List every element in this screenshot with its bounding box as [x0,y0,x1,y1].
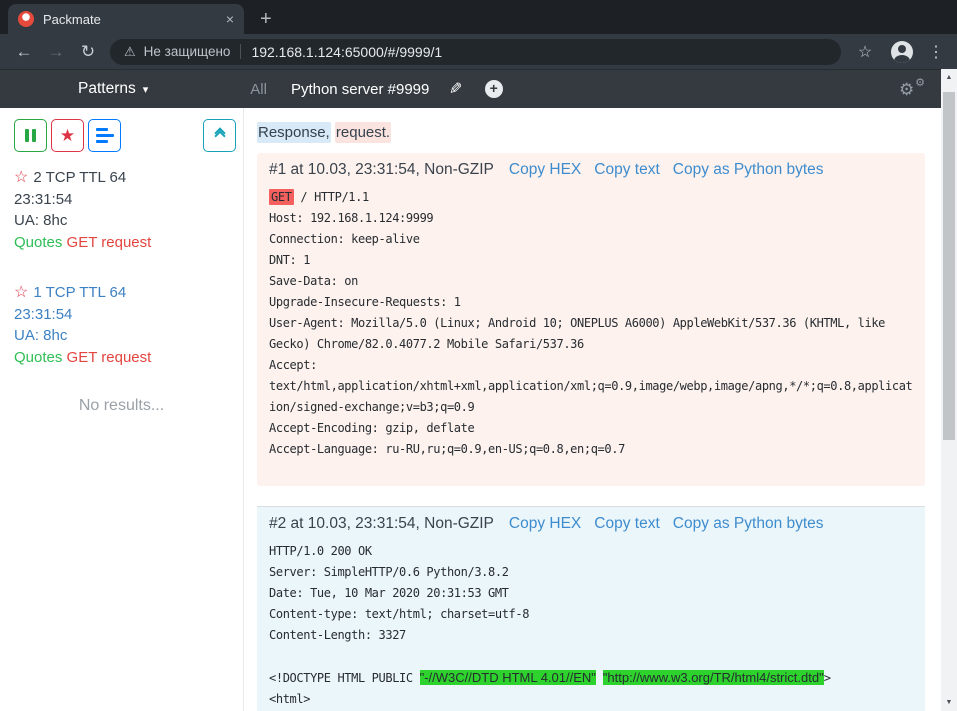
collapse-panel-button[interactable] [203,119,236,152]
pattern-tag-get-request: GET request [67,234,152,251]
sidebar: ★ ☆ 2 TCP TTL 64 [0,108,244,711]
packet-header: #1 at 10.03, 23:31:54, Non-GZIP Copy HEX C… [269,161,913,179]
caret-down-icon: ▾ [143,83,149,96]
packet-block-request: #1 at 10.03, 23:31:54, Non-GZIP Copy HEX C… [257,153,925,486]
patterns-dropdown[interactable]: Patterns ▾ [78,80,148,98]
add-pattern-icon[interactable]: + [485,80,503,98]
copy-hex-link[interactable]: Copy HEX [509,515,581,532]
settings-gears-icon[interactable]: ⚙ ⚙ [899,78,925,100]
tab-title: Packmate [43,12,217,27]
pattern-tag-quotes: Quotes [14,234,62,251]
back-icon[interactable]: ← [10,42,38,62]
security-label[interactable]: Не защищено [144,44,231,59]
tab-python-server[interactable]: Python server #9999 [291,81,429,98]
packmate-favicon-icon [18,11,34,27]
packet-body-response: HTTP/1.0 200 OK Server: SimpleHTTP/0.6 P… [269,541,913,710]
favorite-star-icon[interactable]: ☆ [14,284,28,301]
patterns-label: Patterns [78,80,136,98]
pattern-tag-get-request: GET request [67,349,152,366]
tab-all[interactable]: All [250,81,267,98]
omnibox-divider [240,44,241,59]
favorite-star-icon[interactable]: ☆ [14,169,28,186]
sidebar-controls: ★ [0,119,243,152]
copy-python-bytes-link[interactable]: Copy as Python bytes [673,161,824,178]
url-text[interactable]: 192.168.1.124:65000/#/9999/1 [251,44,827,60]
browser-menu-icon[interactable]: ⋮ [925,42,947,62]
copy-text-link[interactable]: Copy text [594,161,659,178]
packet-item-time: 23:31:54 [14,189,229,211]
scroll-down-icon[interactable]: ▼ [941,699,957,706]
page-scrollbar[interactable]: ▲ ▼ [941,69,957,711]
packet-item-ua: UA: 8hc [14,210,229,232]
security-warning-icon[interactable]: ⚠ [124,44,136,60]
bookmark-star-icon[interactable]: ☆ [851,42,879,62]
packet-header: #2 at 10.03, 23:31:54, Non-GZIP Copy HEX C… [269,515,913,533]
packet-list-item-1[interactable]: ☆ 1 TCP TTL 64 23:31:54 UA: 8hc Quotes GE… [14,282,229,368]
list-view-button[interactable] [88,119,121,152]
no-results-label: No results... [14,397,229,415]
packet-item-time: 23:31:54 [14,304,229,326]
stream-summary: Response, request. [257,124,925,141]
edit-pattern-icon[interactable]: ✎ [449,79,462,99]
reload-icon[interactable]: ↻ [74,42,102,62]
packet-block-response: #2 at 10.03, 23:31:54, Non-GZIP Copy HEX C… [257,506,925,711]
align-left-icon [96,128,114,143]
browser-tab[interactable]: Packmate × [8,4,244,34]
page-area: Patterns ▾ All Python server #9999 ✎ + ⚙… [0,69,957,711]
packet-body-request: GET / HTTP/1.1 Host: 192.168.1.124:9999 … [269,187,913,460]
profile-avatar-icon[interactable] [891,41,913,63]
pause-icon [25,129,36,142]
pattern-tag-quotes: Quotes [14,349,62,366]
browser-window: Packmate × + ← → ↻ ⚠ Не защищено 192.168… [0,0,957,711]
packet-item-title: 1 TCP TTL 64 [33,284,126,301]
address-bar[interactable]: ⚠ Не защищено 192.168.1.124:65000/#/9999… [110,39,841,65]
packet-title: #2 at 10.03, 23:31:54, Non-GZIP [269,515,494,532]
copy-hex-link[interactable]: Copy HEX [509,161,581,178]
browser-toolbar: ← → ↻ ⚠ Не защищено 192.168.1.124:65000/… [0,34,957,69]
copy-text-link[interactable]: Copy text [594,515,659,532]
main-panel: Response, request. #1 at 10.03, 23:31:54… [244,108,941,711]
pause-capture-button[interactable] [14,119,47,152]
forward-icon[interactable]: → [42,42,70,62]
copy-python-bytes-link[interactable]: Copy as Python bytes [673,515,824,532]
scrollbar-thumb[interactable] [943,92,955,440]
packet-item-ua: UA: 8hc [14,325,229,347]
content-area: ★ ☆ 2 TCP TTL 64 [0,108,941,711]
star-icon: ★ [60,127,75,144]
packet-list: ☆ 2 TCP TTL 64 23:31:54 UA: 8hc Quotes GE… [0,152,243,415]
new-tab-button[interactable]: + [260,9,272,29]
browser-tab-bar: Packmate × + [0,0,957,34]
chevrons-up-icon [216,129,224,140]
scroll-up-icon[interactable]: ▲ [941,74,957,81]
tab-close-icon[interactable]: × [226,12,234,26]
packet-list-item-2[interactable]: ☆ 2 TCP TTL 64 23:31:54 UA: 8hc Quotes GE… [14,167,229,253]
pattern-tabs: All Python server #9999 ✎ + [250,79,503,99]
packet-item-title: 2 TCP TTL 64 [33,169,126,186]
packet-title: #1 at 10.03, 23:31:54, Non-GZIP [269,161,494,178]
app-navbar: Patterns ▾ All Python server #9999 ✎ + ⚙… [0,69,941,108]
favorites-filter-button[interactable]: ★ [51,119,84,152]
